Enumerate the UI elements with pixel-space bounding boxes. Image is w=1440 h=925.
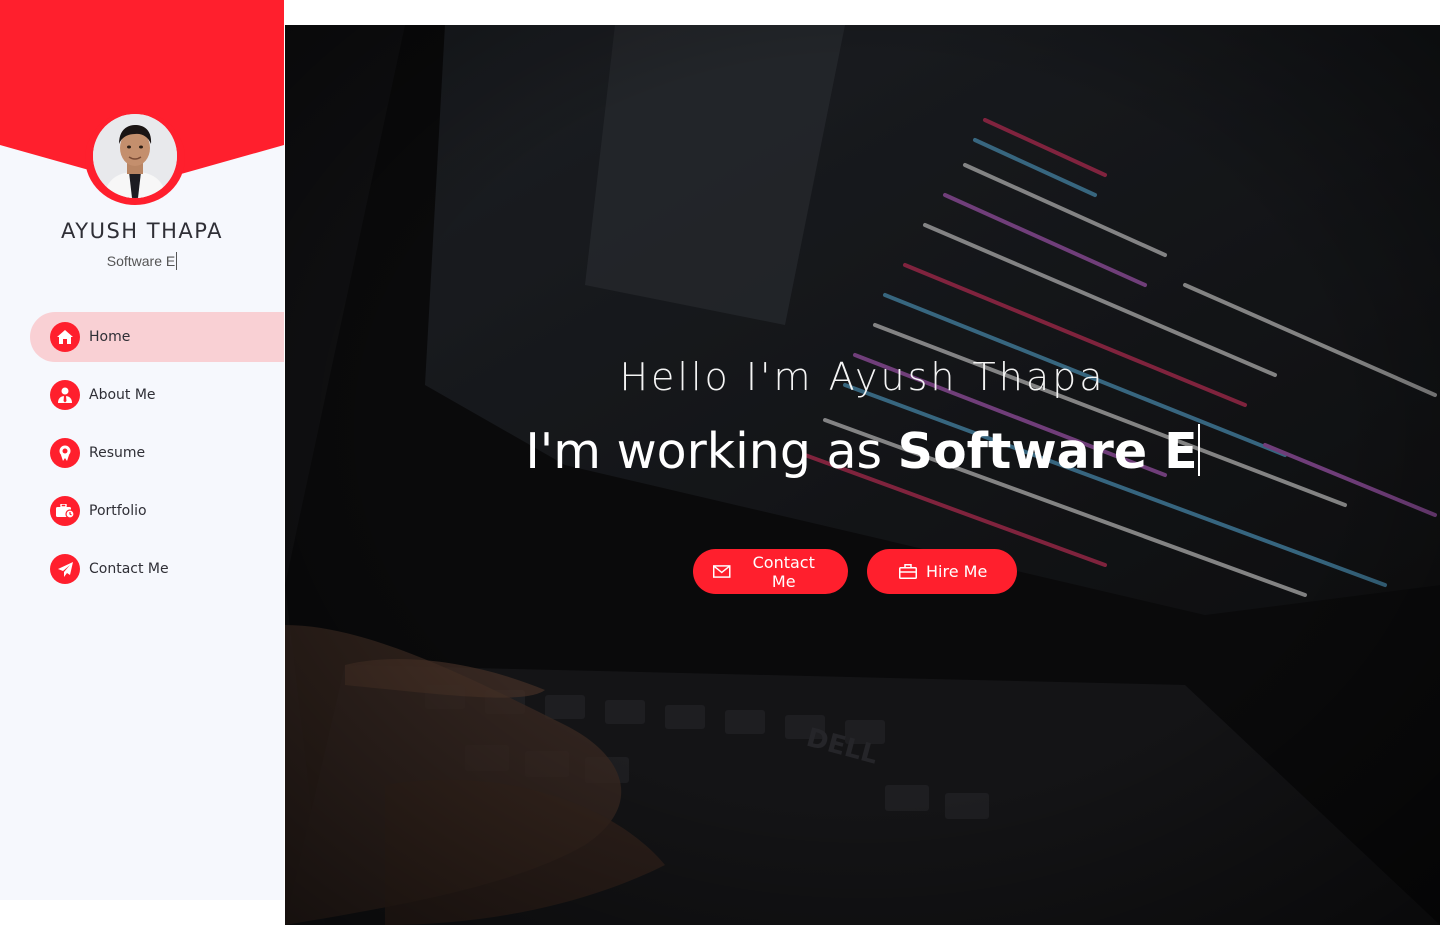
- hero-tagline: I'm working as Software E: [285, 423, 1440, 480]
- sidebar-menu: Home About Me Resume Portfolio Contact M…: [30, 312, 284, 602]
- user-tie-icon: [50, 380, 80, 410]
- profile-role-text: Software E: [106, 253, 176, 269]
- envelope-icon: [713, 565, 731, 578]
- briefcase-clock-icon: [50, 496, 80, 526]
- award-icon: [50, 438, 80, 468]
- hire-me-label: Hire Me: [926, 562, 988, 581]
- typing-caret: [176, 252, 178, 270]
- sidebar-item-label: Portfolio: [89, 503, 147, 519]
- paper-plane-icon: [50, 554, 80, 584]
- hero-section: DELL Hello I'm Ayush Thapa I'm working a…: [285, 25, 1440, 925]
- hero-greeting: Hello I'm Ayush Thapa: [619, 355, 1106, 399]
- home-icon: [50, 322, 80, 352]
- contact-me-label: Contact Me: [752, 552, 815, 591]
- sidebar: AYUSH THAPA Software E Home About Me Res…: [0, 0, 284, 900]
- avatar: [93, 114, 177, 198]
- sidebar-item-label: Resume: [89, 445, 146, 461]
- hero-buttons: Contact Me Hire Me: [693, 549, 1017, 594]
- hire-me-button[interactable]: Hire Me: [867, 549, 1017, 594]
- sidebar-item-portfolio[interactable]: Portfolio: [30, 486, 284, 536]
- sidebar-item-contact[interactable]: Contact Me: [30, 544, 284, 594]
- tagline-typed-role: Software E: [897, 423, 1198, 480]
- sidebar-item-label: Contact Me: [89, 561, 169, 577]
- sidebar-item-label: About Me: [89, 387, 156, 403]
- sidebar-item-home[interactable]: Home: [30, 312, 284, 362]
- tagline-prefix: I'm working as: [525, 423, 898, 480]
- sidebar-item-label: Home: [89, 329, 131, 345]
- briefcase-icon: [899, 564, 917, 579]
- sidebar-item-about[interactable]: About Me: [30, 370, 284, 420]
- typing-caret: [1197, 424, 1200, 476]
- sidebar-item-resume[interactable]: Resume: [30, 428, 284, 478]
- profile-name: AYUSH THAPA: [61, 219, 223, 243]
- profile-role: Software E: [0, 252, 284, 270]
- contact-me-button[interactable]: Contact Me: [693, 549, 848, 594]
